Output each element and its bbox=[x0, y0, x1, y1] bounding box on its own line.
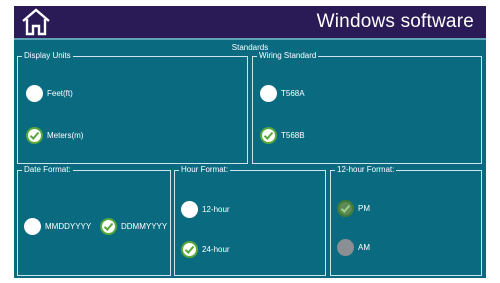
option-label: DDMMYYYY bbox=[121, 221, 168, 231]
page-title: Standards bbox=[231, 43, 269, 52]
option-label: AM bbox=[358, 242, 370, 252]
option-t568a[interactable]: T568A bbox=[260, 85, 305, 102]
title-bar: Windows software bbox=[14, 6, 486, 40]
radio-checked bbox=[26, 127, 43, 144]
option-label: PM bbox=[358, 203, 370, 213]
date-format-group: Date Format: MMDDYYYY DDMMYYYY bbox=[17, 165, 171, 276]
option-t568b[interactable]: T568B bbox=[260, 127, 305, 144]
option-label: T568A bbox=[281, 88, 305, 98]
option-label: 12-hour bbox=[202, 204, 230, 214]
check-icon bbox=[103, 222, 114, 231]
display-units-label: Display Units bbox=[22, 51, 73, 61]
option-12-hour[interactable]: 12-hour bbox=[181, 201, 230, 218]
wiring-standard-label: Wiring Standard bbox=[257, 51, 319, 61]
check-icon bbox=[184, 245, 195, 254]
wiring-standard-group: Wiring Standard T568A T568B bbox=[252, 51, 482, 164]
radio-unselected bbox=[260, 85, 277, 102]
option-label: Feet(ft) bbox=[47, 88, 73, 98]
option-am: AM bbox=[337, 239, 370, 256]
twelve-hour-format-label: 12-hour Format: bbox=[335, 165, 397, 175]
option-ddmmyyyy[interactable]: DDMMYYYY bbox=[100, 218, 167, 235]
home-icon bbox=[22, 8, 50, 36]
display-units-group: Display Units Feet(ft) Meters(m) bbox=[17, 51, 248, 164]
app-window: Windows software Standards Display Units… bbox=[14, 6, 486, 278]
option-mmddyyyy[interactable]: MMDDYYYY bbox=[24, 218, 91, 235]
check-icon bbox=[29, 131, 40, 140]
radio-checked-disabled bbox=[337, 200, 354, 217]
hour-format-group: Hour Format: 12-hour 24-hour bbox=[174, 165, 326, 276]
radio-unselected bbox=[24, 218, 41, 235]
option-pm: PM bbox=[337, 200, 370, 217]
home-button[interactable] bbox=[20, 8, 52, 36]
option-meters[interactable]: Meters(m) bbox=[26, 127, 83, 144]
option-label: 24-hour bbox=[202, 244, 230, 254]
radio-checked bbox=[100, 218, 117, 235]
check-icon bbox=[340, 204, 351, 213]
date-format-label: Date Format: bbox=[22, 165, 73, 175]
app-title: Windows software bbox=[316, 11, 474, 32]
hour-format-label: Hour Format: bbox=[179, 165, 231, 175]
option-label: MMDDYYYY bbox=[45, 221, 92, 231]
option-24-hour[interactable]: 24-hour bbox=[181, 241, 230, 258]
option-label: Meters(m) bbox=[47, 130, 84, 140]
radio-unselected bbox=[181, 201, 198, 218]
check-icon bbox=[263, 131, 274, 140]
option-feet[interactable]: Feet(ft) bbox=[26, 85, 73, 102]
radio-checked bbox=[260, 127, 277, 144]
radio-checked bbox=[181, 241, 198, 258]
radio-unselected bbox=[26, 85, 43, 102]
option-label: T568B bbox=[281, 130, 305, 140]
twelve-hour-format-group: 12-hour Format: PM AM bbox=[330, 165, 482, 276]
radio-disabled bbox=[337, 239, 354, 256]
